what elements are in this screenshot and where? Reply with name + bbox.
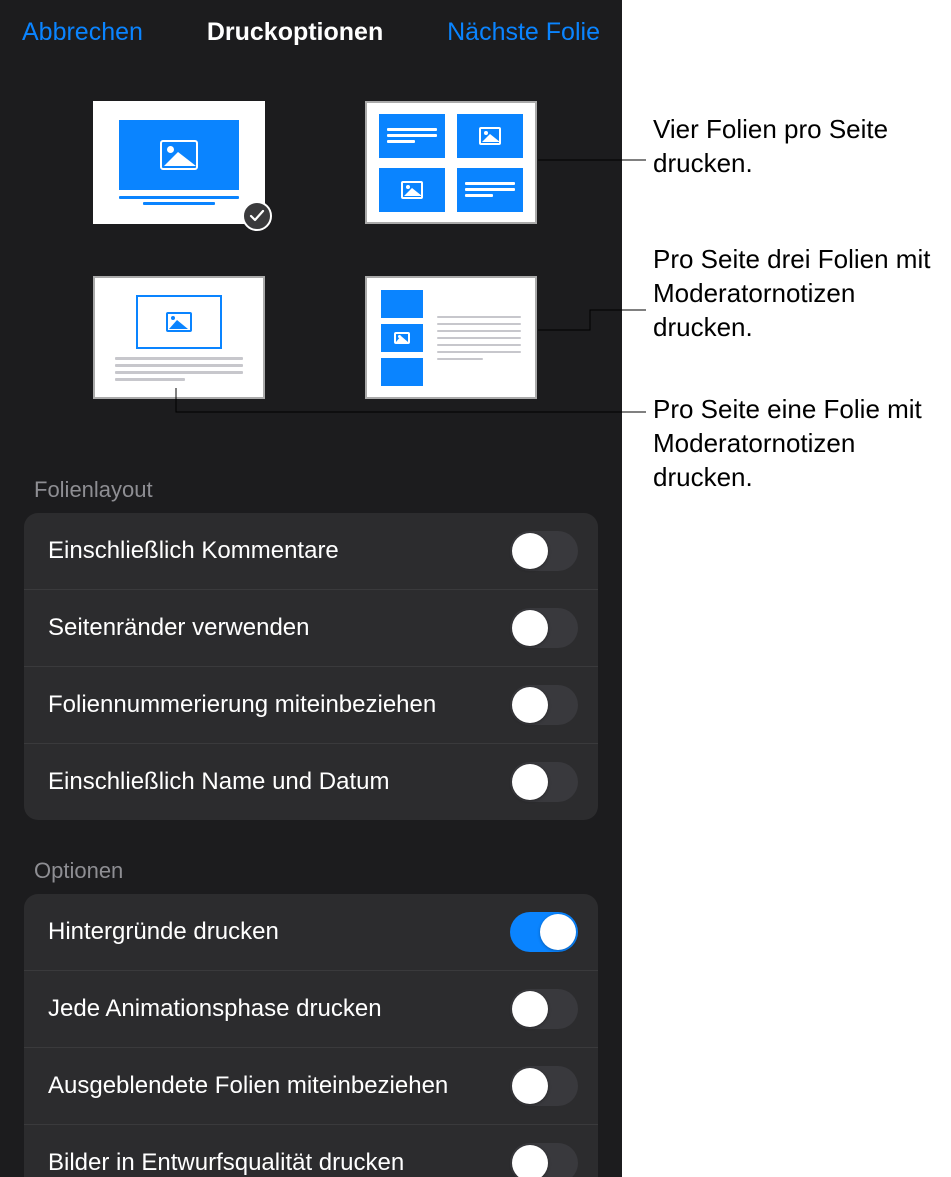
switch-draft-quality[interactable] (510, 1143, 578, 1177)
switch-include-hidden[interactable] (510, 1066, 578, 1106)
switch-use-margins[interactable] (510, 608, 578, 648)
toggle-label: Einschließlich Name und Datum (48, 767, 405, 797)
toggle-slide-numbers: Foliennummerierung miteinbeziehen (24, 667, 598, 744)
layout-grid (0, 71, 622, 439)
image-icon (166, 312, 192, 332)
next-slide-button[interactable]: Nächste Folie (447, 18, 600, 47)
panel-title: Druckoptionen (207, 18, 383, 47)
image-icon (394, 332, 410, 344)
toggle-use-margins: Seitenränder verwenden (24, 590, 598, 667)
toggle-label: Foliennummerierung miteinbeziehen (48, 690, 452, 720)
section-label-layout: Folienlayout (0, 439, 622, 513)
switch-print-backgrounds[interactable] (510, 912, 578, 952)
switch-slide-numbers[interactable] (510, 685, 578, 725)
toggle-label: Jede Animationsphase drucken (48, 994, 398, 1024)
image-icon (401, 181, 423, 199)
image-icon (160, 140, 198, 170)
checkmark-icon (242, 201, 272, 231)
switch-name-date[interactable] (510, 762, 578, 802)
switch-print-builds[interactable] (510, 989, 578, 1029)
toggle-label: Einschließlich Kommentare (48, 536, 355, 566)
callout-three-with-notes: Pro Seite drei Folien mit Moderatornotiz… (653, 243, 951, 344)
header: Abbrechen Druckoptionen Nächste Folie (0, 0, 622, 71)
section-label-options: Optionen (0, 820, 622, 894)
layout-option-four-per-page[interactable] (365, 101, 537, 224)
callout-one-with-notes: Pro Seite eine Folie mit Moderatornotize… (653, 393, 951, 494)
toggle-name-date: Einschließlich Name und Datum (24, 744, 598, 820)
toggle-label: Hintergründe drucken (48, 917, 295, 947)
switch-include-comments[interactable] (510, 531, 578, 571)
layout-option-single-slide[interactable] (93, 101, 265, 224)
print-options-panel: Abbrechen Druckoptionen Nächste Folie (0, 0, 622, 1177)
toggle-label: Seitenränder verwenden (48, 613, 326, 643)
image-icon (479, 127, 501, 145)
toggle-label: Bilder in Entwurfsqualität drucken (48, 1148, 420, 1177)
options-toggle-list: Hintergründe drucken Jede Animationsphas… (24, 894, 598, 1177)
cancel-button[interactable]: Abbrechen (22, 18, 143, 47)
callout-four-per-page: Vier Folien pro Seite drucken. (653, 113, 951, 181)
toggle-include-hidden: Ausgeblendete Folien miteinbeziehen (24, 1048, 598, 1125)
layout-toggle-list: Einschließlich Kommentare Seitenränder v… (24, 513, 598, 820)
toggle-draft-quality: Bilder in Entwurfsqualität drucken (24, 1125, 598, 1177)
toggle-print-builds: Jede Animationsphase drucken (24, 971, 598, 1048)
toggle-print-backgrounds: Hintergründe drucken (24, 894, 598, 971)
layout-option-three-with-notes[interactable] (365, 276, 537, 399)
toggle-label: Ausgeblendete Folien miteinbeziehen (48, 1071, 464, 1101)
toggle-include-comments: Einschließlich Kommentare (24, 513, 598, 590)
layout-option-one-with-notes[interactable] (93, 276, 265, 399)
